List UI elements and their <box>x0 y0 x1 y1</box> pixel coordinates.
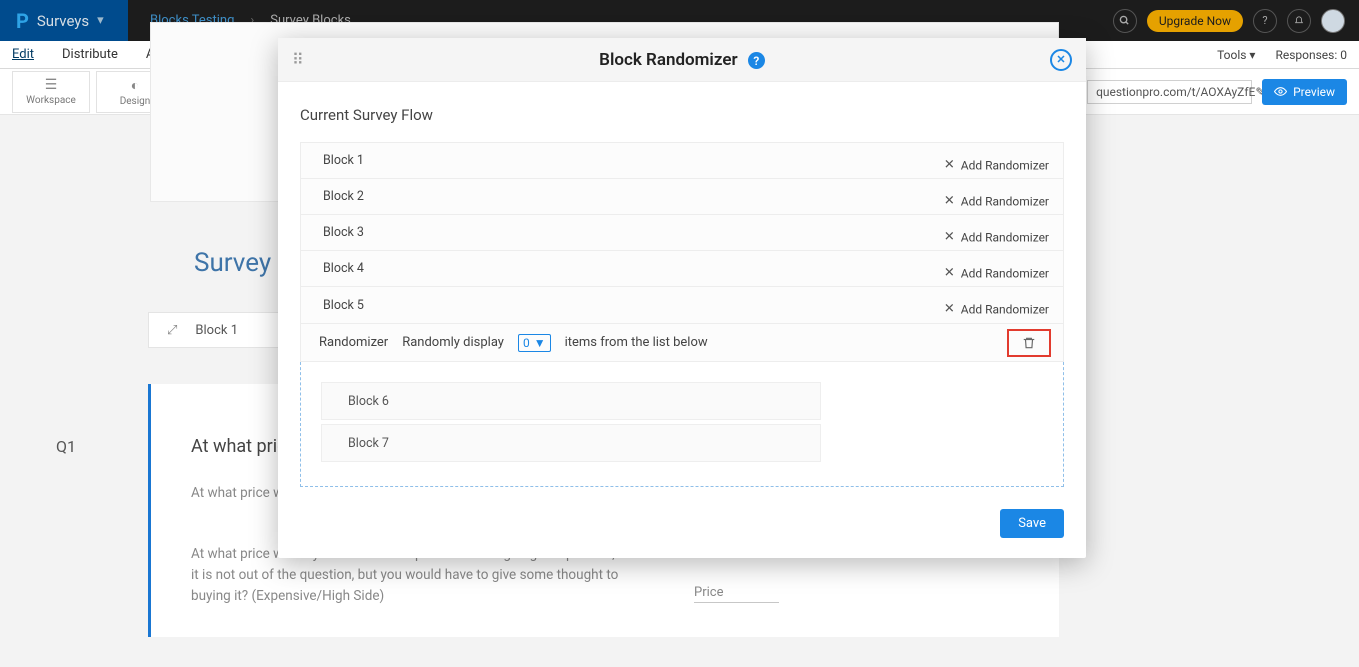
randomly-display-prefix: Randomly display <box>402 335 504 350</box>
block-name: Block 4 <box>323 261 364 276</box>
modal-body: Current Survey Flow Block 1 ✕ Add Random… <box>278 82 1086 558</box>
shuffle-icon: ✕ <box>944 158 955 173</box>
modal-header: ⠿ Block Randomizer ? ✕ <box>278 38 1086 82</box>
block-name: Block 2 <box>323 189 364 204</box>
modal-footer: Save <box>300 487 1064 538</box>
flow-row[interactable]: Block 3 ✕ Add Randomizer <box>301 215 1063 251</box>
randomizer-dropzone[interactable]: Block 6 Block 7 <box>300 362 1064 487</box>
block-name: Block 3 <box>323 225 364 240</box>
chevron-down-icon: ▼ <box>534 336 546 350</box>
close-button[interactable]: ✕ <box>1050 49 1072 71</box>
flow-row[interactable]: Block 2 ✕ Add Randomizer <box>301 179 1063 215</box>
block-name: Block 5 <box>323 298 364 313</box>
trash-icon <box>1022 336 1036 350</box>
add-randomizer-button[interactable]: ✕ Add Randomizer <box>944 158 1049 173</box>
randomizer-label: Randomizer <box>319 335 388 350</box>
add-randomizer-button[interactable]: ✕ Add Randomizer <box>944 230 1049 245</box>
delete-randomizer-button[interactable] <box>1007 329 1051 357</box>
randomly-display-suffix: items from the list below <box>565 335 708 350</box>
flow-row[interactable]: Block 1 ✕ Add Randomizer <box>301 143 1063 179</box>
drag-handle-icon[interactable]: ⠿ <box>292 50 305 69</box>
randomizer-item[interactable]: Block 6 <box>321 382 821 420</box>
add-randomizer-button[interactable]: ✕ Add Randomizer <box>944 194 1049 209</box>
flow-row[interactable]: Block 4 ✕ Add Randomizer <box>301 251 1063 287</box>
shuffle-icon: ✕ <box>944 230 955 245</box>
count-select[interactable]: 0 ▼ <box>518 334 551 352</box>
block-randomizer-modal: ⠿ Block Randomizer ? ✕ Current Survey Fl… <box>278 38 1086 558</box>
help-icon[interactable]: ? <box>748 52 765 69</box>
save-button[interactable]: Save <box>1000 509 1064 538</box>
modal-backdrop: ⠿ Block Randomizer ? ✕ Current Survey Fl… <box>0 0 1359 667</box>
shuffle-icon: ✕ <box>944 302 955 317</box>
flow-table: Block 1 ✕ Add Randomizer Block 2 ✕ Add R… <box>300 142 1064 324</box>
close-icon: ✕ <box>1056 53 1065 66</box>
shuffle-icon: ✕ <box>944 194 955 209</box>
add-randomizer-button[interactable]: ✕ Add Randomizer <box>944 302 1049 317</box>
shuffle-icon: ✕ <box>944 266 955 281</box>
randomizer-config-row: Randomizer Randomly display 0 ▼ items fr… <box>300 324 1064 362</box>
add-randomizer-button[interactable]: ✕ Add Randomizer <box>944 266 1049 281</box>
randomizer-item[interactable]: Block 7 <box>321 424 821 462</box>
modal-title: Block Randomizer ? <box>278 50 1086 70</box>
section-title: Current Survey Flow <box>300 106 1064 124</box>
flow-row[interactable]: Block 5 ✕ Add Randomizer <box>301 287 1063 323</box>
block-name: Block 1 <box>323 153 364 168</box>
